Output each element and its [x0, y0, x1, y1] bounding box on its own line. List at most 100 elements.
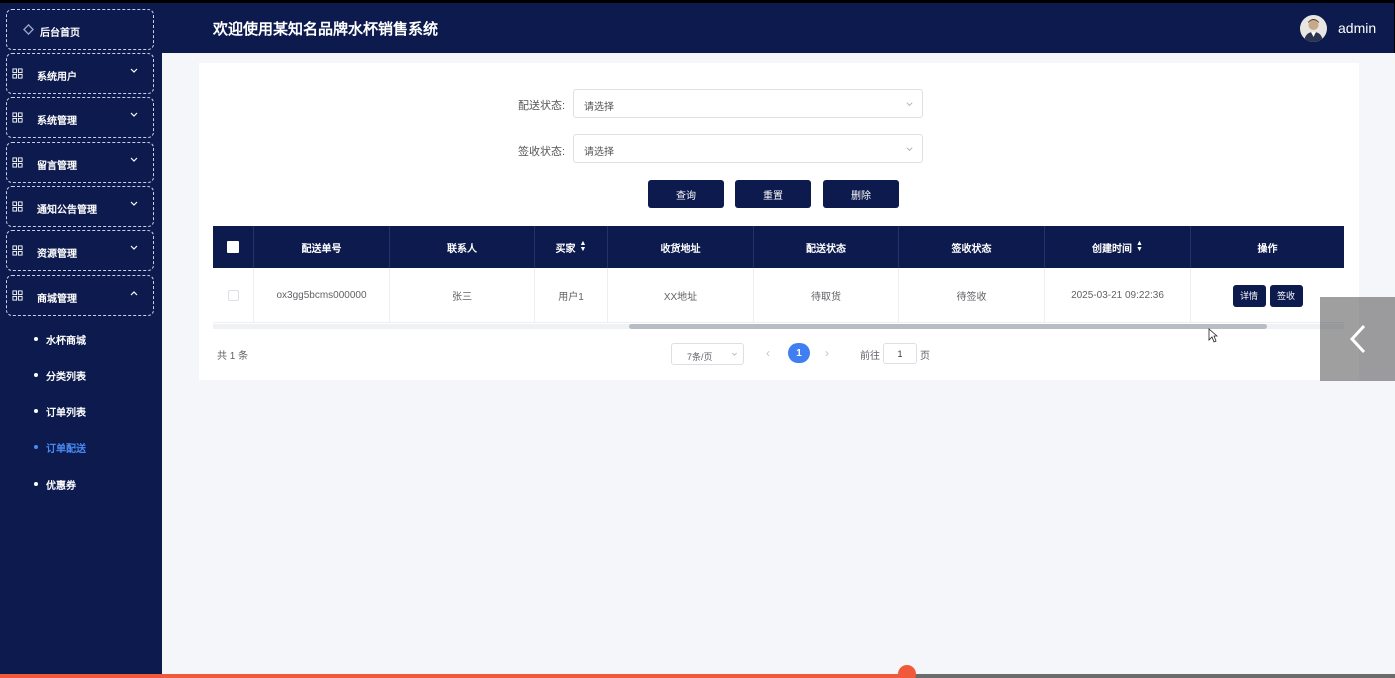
bullet-icon [34, 337, 38, 341]
delivery-status-select[interactable]: 请选择 [573, 89, 923, 118]
page-number-current[interactable]: 1 [788, 343, 810, 363]
menu-label: 商城管理 [37, 294, 77, 305]
grid-icon [12, 245, 23, 256]
row-checkbox[interactable] [227, 290, 239, 301]
column-header-label: 买家 [555, 243, 576, 255]
column-header-contact: 联系人 [390, 226, 535, 268]
menu-notices[interactable]: 通知公告管理 [6, 186, 154, 227]
user-name[interactable]: admin [1338, 20, 1376, 36]
menu-label: 留言管理 [37, 161, 77, 172]
chevron-down-icon [906, 147, 913, 152]
column-header-label: 创建时间 [1092, 243, 1133, 255]
cell-order-no: ox3gg5bcms000000 [254, 268, 390, 323]
query-button[interactable]: 查询 [648, 180, 724, 208]
column-header-buyer[interactable]: 买家 ▲ ▼ [535, 226, 608, 268]
column-header-sign-status: 签收状态 [899, 226, 1045, 268]
row-check-cell [213, 268, 254, 323]
cell-contact: 张三 [390, 268, 535, 323]
sidebar-item-label: 水杯商城 [46, 335, 86, 347]
sidebar-item-label: 订单列表 [46, 407, 86, 419]
menu-label: 系统用户 [37, 72, 77, 83]
column-header-delivery-status: 配送状态 [754, 226, 899, 268]
menu-home-label: 后台首页 [40, 28, 80, 39]
pagination-total: 共 1 条 [217, 351, 249, 362]
bullet-icon [34, 373, 38, 377]
menu-home[interactable]: 后台首页 [6, 9, 154, 50]
sort-icon[interactable]: ▲ ▼ [580, 240, 587, 253]
sidebar: 后台首页 系统用户 系统管理 留言管理 通知公告管理 资源管理 商城管理 水杯商… [0, 0, 162, 678]
mouse-cursor-icon [1208, 328, 1218, 343]
sort-icon[interactable]: ▲ ▼ [1136, 240, 1143, 253]
bullet-icon [34, 482, 38, 486]
select-all-checkbox[interactable] [227, 241, 239, 253]
cell-address: XX地址 [608, 268, 754, 323]
goto-page-input[interactable]: 1 [883, 343, 917, 364]
chevron-left-icon [1349, 324, 1365, 354]
user-avatar-icon [1304, 19, 1323, 42]
prev-page-icon[interactable]: ‹ [766, 346, 770, 360]
table-header: 配送单号 联系人 买家 ▲ ▼ 收货地址 配送状态 签收状态 创建时间 ▲ ▼ 操作 [213, 226, 1344, 268]
column-header-actions: 操作 [1257, 243, 1278, 255]
grid-icon [12, 112, 23, 123]
grid-icon [12, 68, 23, 79]
bullet-icon [34, 445, 38, 449]
menu-system-manage[interactable]: 系统管理 [6, 97, 154, 138]
table-scrollbar-thumb[interactable] [629, 324, 1267, 329]
cell-buyer: 用户1 [535, 268, 608, 323]
menu-label: 资源管理 [37, 249, 77, 260]
select-placeholder: 请选择 [584, 102, 614, 113]
sign-status-label: 签收状态: [518, 146, 566, 158]
page-size-value: 7条/页 [687, 352, 713, 362]
menu-messages[interactable]: 留言管理 [6, 142, 154, 183]
cell-sign-status: 待签收 [899, 268, 1045, 323]
menu-resources[interactable]: 资源管理 [6, 230, 154, 271]
avatar[interactable] [1300, 15, 1327, 42]
grid-icon [12, 201, 23, 212]
bullet-icon [34, 409, 38, 413]
menu-mall[interactable]: 商城管理 [6, 275, 154, 316]
chevron-down-icon [130, 68, 138, 73]
goto-suffix: 页 [920, 351, 930, 362]
sidebar-item-cup-mall[interactable]: 水杯商城 [34, 332, 86, 347]
select-placeholder: 请选择 [584, 147, 614, 158]
page-size-select[interactable]: 7条/页 [671, 343, 744, 365]
select-all-cell [213, 226, 254, 268]
sidebar-item-orders[interactable]: 订单列表 [34, 404, 86, 419]
menu-label: 通知公告管理 [37, 205, 97, 216]
chevron-down-icon [130, 112, 138, 117]
column-header-order-no: 配送单号 [254, 226, 390, 268]
sidebar-item-coupons[interactable]: 优惠券 [34, 477, 76, 492]
grid-icon [12, 157, 23, 168]
collapse-panel-button[interactable] [1320, 297, 1395, 381]
sidebar-item-categories[interactable]: 分类列表 [34, 368, 86, 383]
menu-label: 系统管理 [37, 116, 77, 127]
grid-icon [12, 290, 23, 301]
chevron-up-icon [130, 291, 138, 296]
chevron-down-icon [130, 157, 138, 162]
app-title: 欢迎使用某知名品牌水杯销售系统 [213, 21, 439, 38]
sign-status-select[interactable]: 请选择 [573, 134, 923, 163]
cell-delivery-status: 待取货 [754, 268, 899, 323]
menu-system-users[interactable]: 系统用户 [6, 53, 154, 94]
next-page-icon[interactable]: › [825, 346, 829, 360]
sidebar-item-label: 订单配送 [46, 443, 86, 455]
cell-created: 2025-03-21 09:22:36 [1045, 268, 1191, 323]
reset-button[interactable]: 重置 [735, 180, 811, 208]
chevron-down-icon [130, 201, 138, 206]
column-header-created[interactable]: 创建时间 ▲ ▼ [1045, 226, 1191, 268]
home-icon [23, 24, 34, 35]
chevron-down-icon [906, 102, 913, 107]
goto-label: 前往 [860, 351, 880, 362]
chevron-down-icon [732, 352, 737, 356]
detail-button[interactable]: 详情 [1232, 284, 1266, 307]
top-header: 欢迎使用某知名品牌水杯销售系统 admin [162, 0, 1395, 53]
delete-button[interactable]: 删除 [823, 180, 899, 208]
sidebar-item-delivery[interactable]: 订单配送 [34, 440, 86, 455]
chevron-down-icon [130, 245, 138, 250]
video-progress-handle[interactable] [898, 665, 916, 678]
sidebar-item-label: 分类列表 [46, 371, 86, 383]
sign-button[interactable]: 签收 [1269, 284, 1303, 307]
video-progress-fill [0, 674, 907, 678]
delivery-status-label: 配送状态: [518, 100, 566, 112]
table-row: ox3gg5bcms000000 张三 用户1 XX地址 待取货 待签收 202… [213, 268, 1344, 323]
